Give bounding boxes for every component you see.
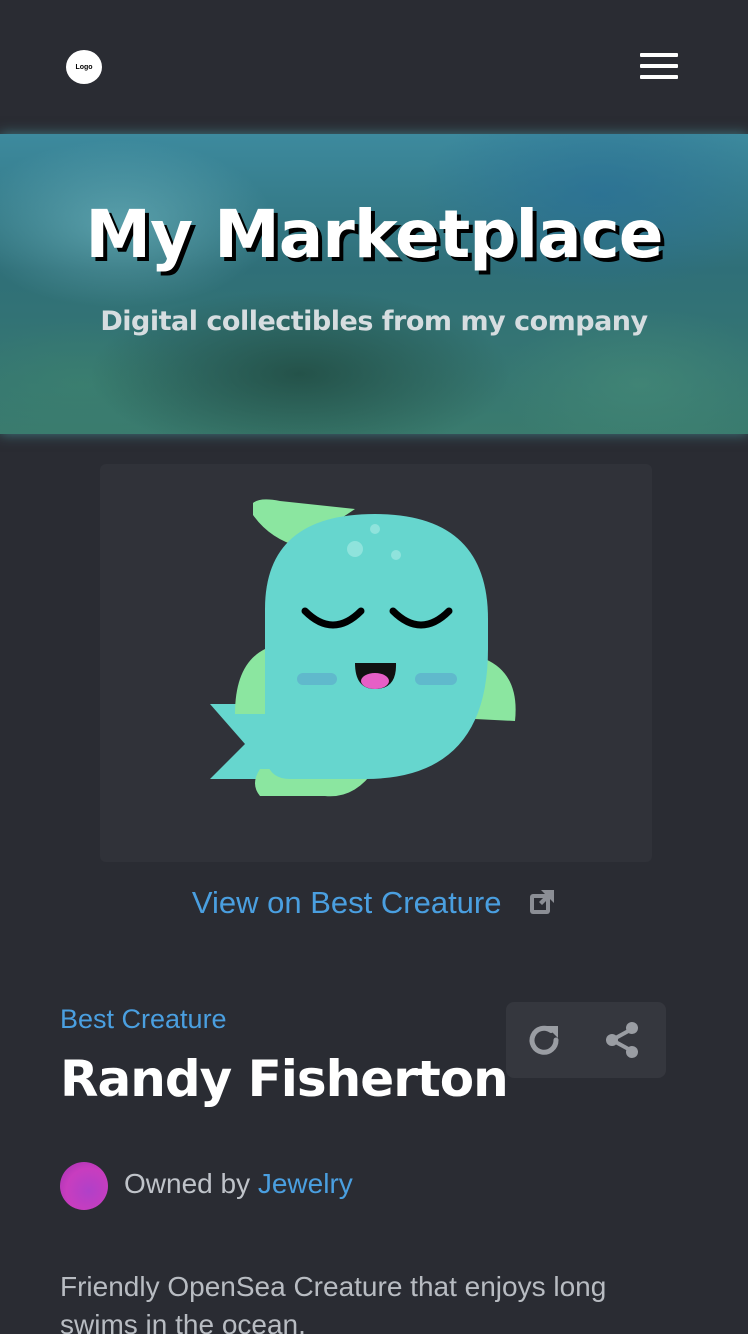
- share-icon[interactable]: [602, 1020, 642, 1060]
- owner-avatar[interactable]: [60, 1162, 108, 1210]
- owner-prefix: Owned by: [124, 1168, 251, 1199]
- menu-bar: [640, 64, 678, 68]
- top-header: Logo: [0, 0, 748, 134]
- hamburger-menu-icon[interactable]: [640, 53, 678, 79]
- menu-bar: [640, 53, 678, 57]
- hero-banner: My Marketplace Digital collectibles from…: [0, 134, 748, 434]
- view-on-collection-link[interactable]: View on Best Creature: [0, 885, 748, 921]
- asset-image-card: [100, 464, 652, 862]
- asset-title: Randy Fisherton: [60, 1050, 509, 1108]
- view-link-label: View on Best Creature: [191, 885, 502, 920]
- hero-subtitle: Digital collectibles from my company: [100, 306, 648, 337]
- asset-actions: [506, 1002, 666, 1078]
- asset-description: Friendly OpenSea Creature that enjoys lo…: [60, 1271, 607, 1334]
- external-link-icon: [530, 890, 555, 914]
- hero-title: My Marketplace: [85, 196, 663, 273]
- refresh-icon[interactable]: [524, 1020, 564, 1060]
- fish-creature-illustration: [210, 499, 516, 797]
- menu-bar: [640, 75, 678, 79]
- collection-link[interactable]: Best Creature: [60, 1004, 227, 1035]
- owner-link[interactable]: Jewelry: [258, 1168, 353, 1199]
- owner-line: Owned by Jewelry: [124, 1168, 353, 1200]
- logo[interactable]: Logo: [66, 50, 102, 84]
